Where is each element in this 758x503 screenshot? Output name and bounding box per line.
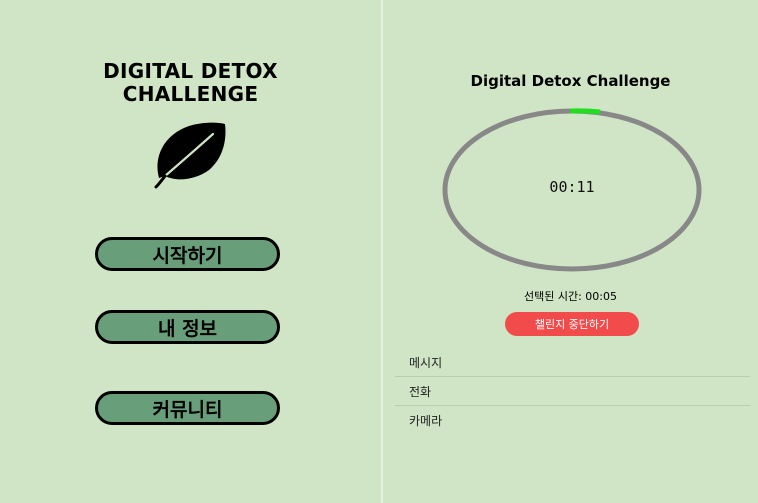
app-item-phone[interactable]: 전화 [395, 377, 750, 406]
timer-display: 00:11 [549, 178, 595, 196]
challenge-title: Digital Detox Challenge [470, 72, 671, 90]
community-button[interactable]: 커뮤니티 [95, 391, 280, 425]
blocked-app-list: 메시지 전화 카메라 [395, 348, 750, 435]
app-item-messages[interactable]: 메시지 [395, 348, 750, 377]
title-line-1: DIGITAL DETOX [103, 59, 278, 83]
home-screen: DIGITAL DETOX CHALLENGE 시작하기 내 정보 커뮤니티 [0, 0, 381, 503]
selected-time-label: 선택된 시간: 00:05 [524, 290, 617, 303]
title-line-2: CHALLENGE [122, 82, 259, 106]
app-title: DIGITAL DETOX CHALLENGE [0, 60, 381, 106]
start-button[interactable]: 시작하기 [95, 237, 280, 271]
stop-challenge-button[interactable]: 챌린지 중단하기 [505, 312, 639, 336]
profile-button[interactable]: 내 정보 [95, 310, 280, 344]
leaf-icon [154, 122, 226, 189]
challenge-screen: Digital Detox Challenge 00:11 선택된 시간: 00… [383, 0, 758, 503]
app-item-camera[interactable]: 카메라 [395, 406, 750, 435]
timer-progress [569, 108, 601, 115]
